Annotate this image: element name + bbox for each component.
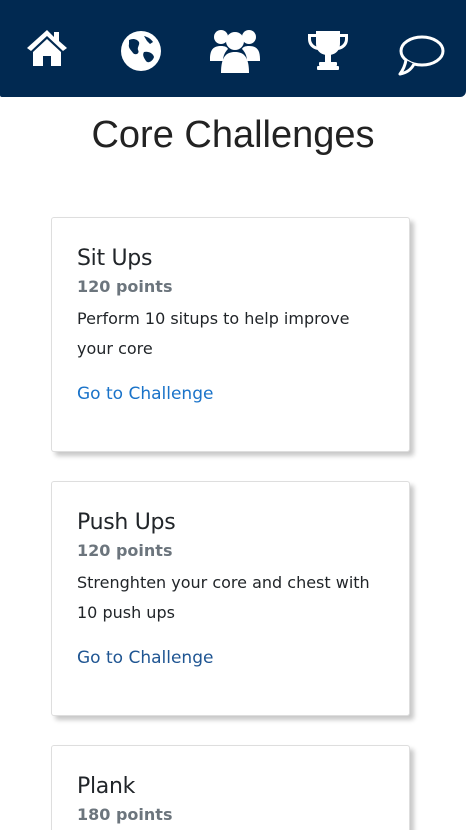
challenge-description: Strenghten your core and chest with 10 p… [77, 573, 370, 622]
challenge-points: 120 points [77, 541, 173, 560]
go-to-challenge-link[interactable]: Go to Challenge [77, 646, 213, 670]
challenge-card: Push Ups 120 points Strenghten your core… [51, 481, 410, 716]
challenge-points: 120 points [77, 277, 173, 296]
nav-messages[interactable] [398, 34, 446, 76]
home-icon [26, 28, 68, 68]
challenge-title: Push Ups [77, 510, 176, 535]
challenge-description: Perform 10 situps to help improve your c… [77, 309, 350, 358]
challenge-title: Sit Ups [77, 246, 153, 271]
nav-leaderboard[interactable] [306, 29, 350, 71]
challenge-title: Plank [77, 774, 136, 799]
nav-community[interactable] [209, 27, 261, 73]
challenge-card: Plank 180 points [51, 745, 410, 830]
go-to-challenge-link[interactable]: Go to Challenge [77, 382, 213, 406]
challenge-points: 180 points [77, 805, 173, 824]
nav-home[interactable] [26, 28, 68, 68]
challenge-card: Sit Ups 120 points Perform 10 situps to … [51, 217, 410, 452]
page-title: Core Challenges [91, 114, 375, 156]
top-navbar [0, 0, 466, 97]
trophy-icon [306, 29, 350, 71]
globe-icon [120, 30, 162, 72]
chat-icon [398, 34, 446, 76]
nav-explore[interactable] [120, 30, 162, 72]
users-icon [209, 27, 261, 73]
